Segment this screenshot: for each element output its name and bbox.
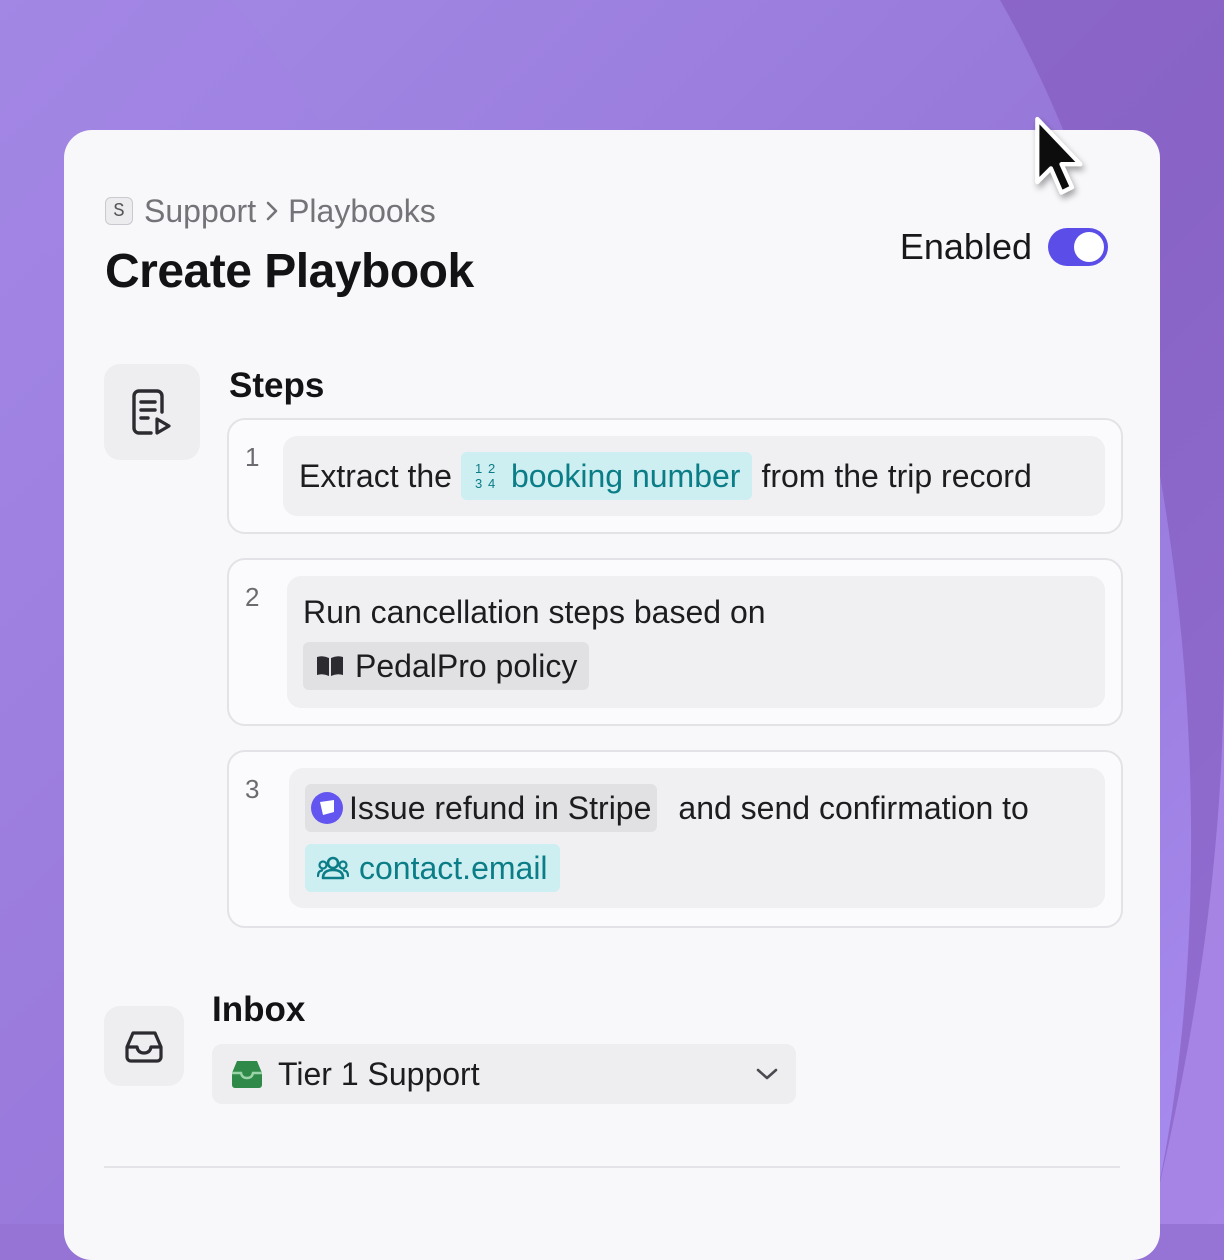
chip-label: contact.email [359,849,548,886]
step-card-2[interactable]: 2 Run cancellation steps based on PedalP… [227,558,1123,726]
variable-chip-booking-number[interactable]: 12 34 booking number [460,452,753,500]
svg-text:4: 4 [488,476,495,491]
chip-label: booking number [510,457,741,494]
svg-text:1: 1 [475,461,482,476]
step-number: 1 [245,442,260,472]
breadcrumb-item-playbooks[interactable]: Playbooks [288,193,436,230]
variable-chip-contact-email[interactable]: contact.email [305,844,560,892]
step-body[interactable]: Issue refund in Stripe and send confirma… [289,768,1105,908]
toggle-label: Enabled [899,226,1032,267]
step-card-1[interactable]: 1 Extract the 12 34 booking number from … [227,418,1123,534]
enabled-toggle[interactable] [1048,228,1108,266]
chevron-down-icon [756,1067,778,1081]
step-text: Extract the [299,457,452,494]
book-icon [315,654,345,678]
workspace-badge[interactable]: S [105,197,133,225]
step-body[interactable]: Extract the 12 34 booking number from th… [283,436,1105,516]
stripe-icon [311,792,343,824]
step-text: and send confirmation to [678,789,1029,826]
playbook-card: S Support Playbooks Create Playbook Enab… [64,130,1160,1260]
page-title: Create Playbook [105,245,474,298]
breadcrumb: S Support Playbooks [105,193,436,229]
playbook-doc-icon [104,364,200,460]
svg-text:3: 3 [475,476,482,491]
step-number: 2 [245,582,260,612]
inbox-select[interactable]: Tier 1 Support [212,1044,796,1104]
breadcrumb-item-support[interactable]: Support [144,193,256,230]
users-icon [317,855,349,881]
inbox-icon [104,1006,184,1086]
action-chip-stripe-refund[interactable]: Issue refund in Stripe [305,784,658,832]
chevron-right-icon [259,193,285,229]
divider [104,1166,1120,1168]
svg-text:2: 2 [488,461,495,476]
steps-section-title: Steps [229,366,325,405]
inbox-green-icon [230,1059,264,1089]
step-number: 3 [245,774,260,804]
inbox-section-title: Inbox [212,990,306,1029]
enabled-toggle-group: Enabled [900,226,1108,268]
numbers-icon: 12 34 [473,461,501,491]
step-text: Run cancellation steps based on [303,593,766,630]
chip-label: PedalPro policy [355,647,578,684]
step-card-3[interactable]: 3 Issue refund in Stripe and send confir… [227,750,1123,928]
step-body[interactable]: Run cancellation steps based on PedalPro… [287,576,1105,708]
policy-chip-pedalpro[interactable]: PedalPro policy [303,642,590,690]
toggle-knob [1074,232,1104,262]
inbox-select-value: Tier 1 Support [278,1055,480,1092]
chip-label: Issue refund in Stripe [349,789,652,826]
step-text: from the trip record [761,457,1032,494]
